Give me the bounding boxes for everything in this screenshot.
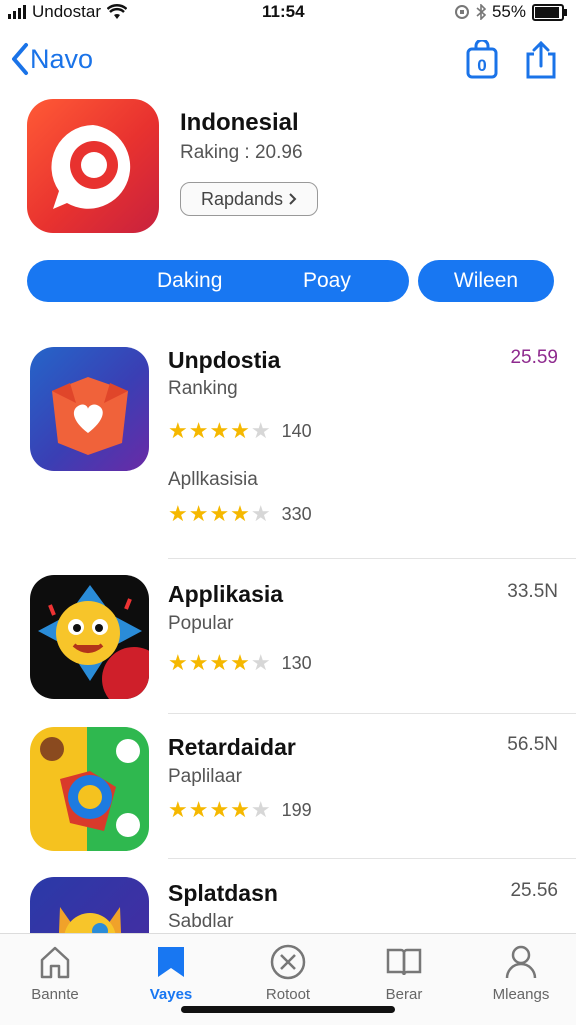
signal-icon — [8, 5, 26, 19]
segment-group[interactable]: Daking Poay — [27, 260, 409, 302]
chevron-right-icon — [289, 193, 297, 205]
app-name[interactable]: Splatdasn — [168, 880, 278, 907]
app-price: 25.59 — [510, 347, 558, 368]
carrier-name: Undostar — [32, 2, 101, 21]
divider — [168, 858, 576, 859]
tab-berar[interactable]: Berar — [354, 944, 454, 1003]
featured-app-subtitle: Raking : 20.96 — [180, 142, 303, 163]
app-category: Paplilaar — [168, 766, 242, 787]
app-name[interactable]: Retardaidar — [168, 734, 296, 761]
app-category: Popular — [168, 613, 234, 634]
app-category: Sabdlar — [168, 911, 234, 932]
back-label: Navo — [30, 43, 94, 74]
bag-badge: 0 — [477, 56, 486, 75]
app-icon-retardaidar[interactable] — [30, 727, 149, 851]
segment-wileen-label: Wileen — [453, 269, 519, 292]
app-category: Ranking — [168, 378, 238, 399]
tab-label: Mleangs — [492, 986, 550, 1003]
tab-mleangs[interactable]: Mleangs — [471, 944, 571, 1003]
home-icon — [40, 946, 70, 979]
rating-count: 199 — [281, 799, 312, 820]
star-rating: ★★★★ ★ 140 — [168, 418, 312, 444]
bluetooth-icon — [476, 4, 486, 20]
star-rating: ★★★★ ★ 199 — [168, 797, 312, 823]
rating-count: 330 — [281, 503, 312, 524]
tab-label: Bannte — [31, 986, 79, 1003]
featured-app-icon[interactable] — [27, 99, 159, 233]
book-icon — [386, 948, 422, 976]
star-empty-icon: ★ — [250, 501, 272, 526]
map-pin-icon — [40, 737, 140, 837]
app-price: 56.5N — [507, 734, 558, 755]
app-price: 25.56 — [510, 880, 558, 901]
star-empty-icon: ★ — [250, 650, 272, 675]
tab-label: Berar — [385, 986, 423, 1003]
close-circle-icon — [270, 944, 306, 980]
featured-app-button-label: Rapdands — [200, 188, 284, 209]
featured-app-title: Indonesial — [180, 109, 299, 136]
tab-vayes[interactable]: Vayes — [121, 944, 221, 1003]
tab-bannte[interactable]: Bannte — [5, 944, 105, 1003]
rating-count: 140 — [281, 420, 312, 441]
star-rating: ★★★★ ★ 130 — [168, 650, 312, 676]
home-indicator — [181, 1006, 395, 1013]
segment-wileen[interactable]: Wileen — [418, 260, 554, 302]
rating-count: 130 — [281, 652, 312, 673]
app-icon-applikasia[interactable] — [30, 575, 149, 699]
star-rating: ★★★★ ★ 330 — [168, 501, 312, 527]
app-icon-unpdostia[interactable] — [30, 347, 149, 471]
star-icon: ★★★★ — [168, 418, 251, 443]
share-icon[interactable] — [524, 40, 558, 80]
app-subcategory: Apllkasisia — [168, 469, 258, 490]
divider — [168, 713, 576, 714]
status-bar: Undostar 11:54 55% — [0, 0, 576, 26]
star-empty-icon: ★ — [250, 418, 272, 443]
mascot-icon — [38, 585, 149, 699]
person-icon — [505, 945, 537, 979]
chevron-left-icon — [12, 43, 28, 75]
chat-bubble-icon — [51, 125, 131, 209]
star-icon: ★★★★ — [168, 650, 251, 675]
app-name[interactable]: Applikasia — [168, 581, 283, 608]
tab-rotoot[interactable]: Rotoot — [238, 944, 338, 1003]
tab-label: Rotoot — [265, 986, 311, 1003]
heart-box-icon — [52, 377, 128, 455]
star-icon: ★★★★ — [168, 501, 251, 526]
segment-poay[interactable]: Poay — [303, 269, 351, 293]
app-price: 33.5N — [507, 581, 558, 602]
clock: 11:54 — [262, 2, 305, 21]
orientation-lock-icon — [454, 5, 469, 19]
featured-app-button[interactable]: Rapdands — [180, 182, 318, 216]
nav-bar: Navo 0 — [0, 36, 576, 86]
segment-daking[interactable]: Daking — [157, 269, 222, 293]
bookmark-icon — [158, 947, 184, 977]
battery-percent: 55% — [491, 2, 526, 21]
tab-label: Vayes — [149, 986, 193, 1003]
bag-icon[interactable]: 0 — [465, 40, 499, 80]
wifi-icon — [106, 4, 127, 19]
star-empty-icon: ★ — [250, 797, 272, 822]
app-name[interactable]: Unpdostia — [168, 347, 280, 374]
star-icon: ★★★★ — [168, 797, 251, 822]
back-button[interactable]: Navo — [10, 42, 93, 76]
battery-icon — [532, 3, 567, 21]
divider — [168, 558, 576, 559]
